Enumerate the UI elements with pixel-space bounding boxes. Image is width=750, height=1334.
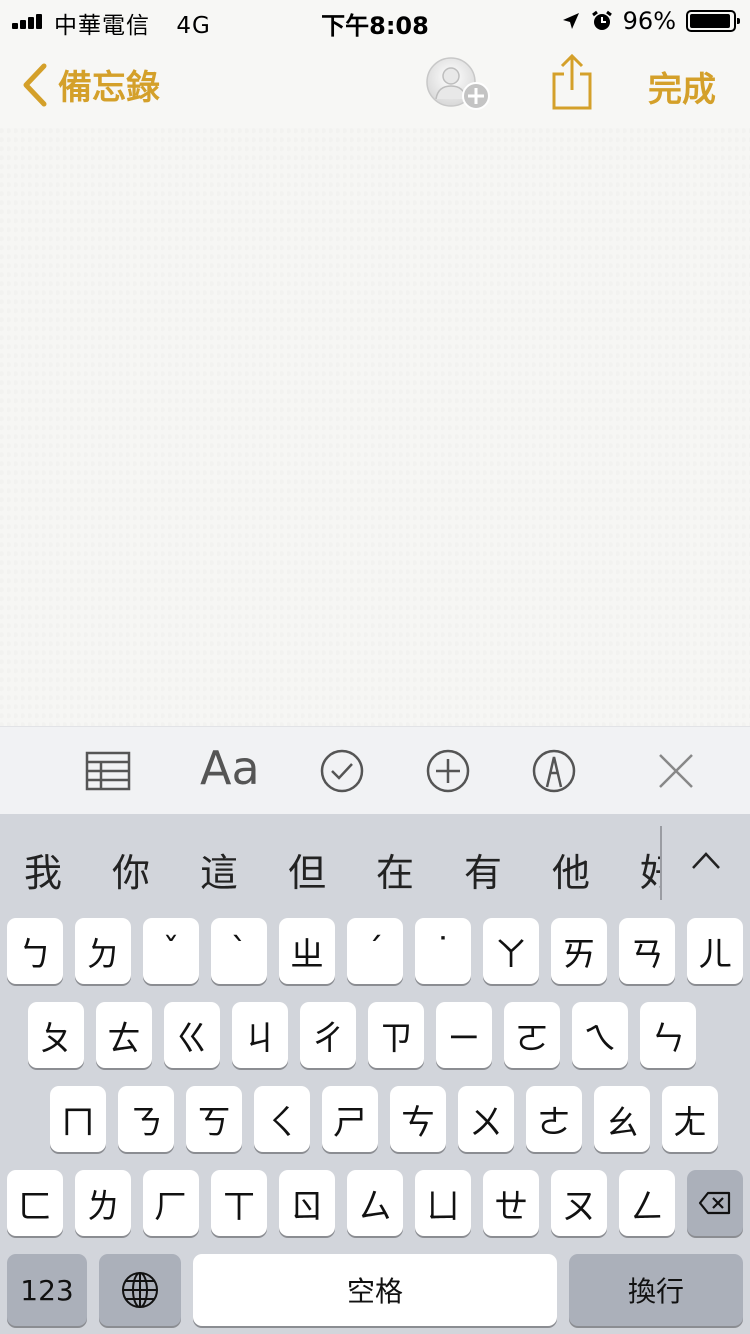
key-bopomofo[interactable]: ㄨ bbox=[458, 1086, 514, 1152]
key-bopomofo[interactable]: ㄉ bbox=[75, 918, 131, 984]
key-bopomofo[interactable]: ㄅ bbox=[7, 918, 63, 984]
add-icon[interactable] bbox=[424, 747, 472, 795]
candidate-item[interactable]: 有 bbox=[464, 842, 502, 897]
key-bopomofo[interactable]: ㄥ bbox=[619, 1170, 675, 1236]
key-tone[interactable]: ˊ bbox=[347, 918, 403, 984]
key-bopomofo[interactable]: ㄍ bbox=[164, 1002, 220, 1068]
key-bopomofo[interactable]: ㄖ bbox=[279, 1170, 335, 1236]
key-bopomofo[interactable]: ㄚ bbox=[483, 918, 539, 984]
candidate-bar: 我 你 這 但 在 有 他 好 bbox=[0, 814, 750, 914]
status-right: 96% bbox=[561, 6, 740, 36]
back-button[interactable]: 備忘錄 bbox=[22, 60, 160, 109]
key-bopomofo[interactable]: ㄧ bbox=[436, 1002, 492, 1068]
key-bopomofo[interactable]: ㄛ bbox=[504, 1002, 560, 1068]
nav-bar: 備忘錄 完成 bbox=[0, 40, 750, 128]
close-icon[interactable] bbox=[652, 747, 700, 795]
key-bopomofo[interactable]: ㄡ bbox=[551, 1170, 607, 1236]
key-bopomofo[interactable]: ㄑ bbox=[254, 1086, 310, 1152]
candidate-item[interactable]: 在 bbox=[376, 842, 414, 897]
key-bopomofo[interactable]: ㄣ bbox=[640, 1002, 696, 1068]
chevron-left-icon bbox=[23, 63, 47, 106]
key-tone[interactable]: ˋ bbox=[211, 918, 267, 984]
key-bopomofo[interactable]: ㄩ bbox=[415, 1170, 471, 1236]
status-bar: 中華電信 4G 下午8:08 96% bbox=[0, 0, 750, 40]
key-bopomofo[interactable]: ㄝ bbox=[483, 1170, 539, 1236]
candidate-separator bbox=[660, 826, 662, 900]
location-arrow-icon bbox=[562, 13, 579, 29]
battery-icon bbox=[686, 10, 740, 32]
alarm-icon bbox=[591, 10, 612, 30]
key-bopomofo[interactable]: ㄢ bbox=[619, 918, 675, 984]
note-body[interactable] bbox=[0, 128, 750, 726]
key-bopomofo[interactable]: ㄗ bbox=[368, 1002, 424, 1068]
key-bopomofo[interactable]: ㄇ bbox=[50, 1086, 106, 1152]
table-icon[interactable] bbox=[84, 747, 132, 795]
key-bopomofo[interactable]: ㄎ bbox=[186, 1086, 242, 1152]
add-person-icon[interactable] bbox=[424, 54, 494, 114]
key-bopomofo[interactable]: ㄜ bbox=[526, 1086, 582, 1152]
chevron-up-icon[interactable] bbox=[690, 848, 722, 872]
done-button[interactable]: 完成 bbox=[648, 62, 716, 111]
space-key[interactable]: 空格 bbox=[193, 1254, 557, 1326]
key-bopomofo[interactable]: ㄏ bbox=[143, 1170, 199, 1236]
key-tone[interactable]: ˙ bbox=[415, 918, 471, 984]
backspace-key[interactable] bbox=[687, 1170, 743, 1236]
key-bopomofo[interactable]: ㄊ bbox=[96, 1002, 152, 1068]
candidate-item[interactable]: 他 bbox=[552, 842, 590, 897]
key-bopomofo[interactable]: ㄠ bbox=[594, 1086, 650, 1152]
back-label: 備忘錄 bbox=[58, 68, 160, 108]
key-bopomofo[interactable]: ㄈ bbox=[7, 1170, 63, 1236]
return-key[interactable]: 換行 bbox=[569, 1254, 743, 1326]
globe-icon bbox=[122, 1272, 158, 1308]
key-bopomofo[interactable]: ㄟ bbox=[572, 1002, 628, 1068]
globe-key[interactable] bbox=[99, 1254, 181, 1326]
key-bopomofo[interactable]: ㄘ bbox=[390, 1086, 446, 1152]
key-bopomofo[interactable]: ㄌ bbox=[75, 1170, 131, 1236]
checklist-icon[interactable] bbox=[318, 747, 366, 795]
formatting-toolbar: Aa bbox=[0, 726, 750, 815]
format-text-button[interactable]: Aa bbox=[200, 741, 260, 795]
keyboard: 我 你 這 但 在 有 他 好 ㄅ ㄉ ˇ ˋ ㄓ ˊ ˙ ㄚ ㄞ ㄢ ㄦ ㄆ … bbox=[0, 814, 750, 1334]
candidate-item[interactable]: 這 bbox=[200, 842, 238, 897]
key-tone[interactable]: ˇ bbox=[143, 918, 199, 984]
candidate-item[interactable]: 你 bbox=[112, 842, 150, 897]
key-bopomofo[interactable]: ㄓ bbox=[279, 918, 335, 984]
key-bopomofo[interactable]: ㄆ bbox=[28, 1002, 84, 1068]
candidate-item[interactable]: 好 bbox=[640, 842, 660, 897]
key-bopomofo[interactable]: ㄕ bbox=[322, 1086, 378, 1152]
key-bopomofo[interactable]: ㄙ bbox=[347, 1170, 403, 1236]
key-bopomofo[interactable]: ㄋ bbox=[118, 1086, 174, 1152]
key-bopomofo[interactable]: ㄞ bbox=[551, 918, 607, 984]
candidate-item[interactable]: 我 bbox=[24, 842, 62, 897]
key-bopomofo[interactable]: ㄔ bbox=[300, 1002, 356, 1068]
key-bopomofo[interactable]: ㄤ bbox=[662, 1086, 718, 1152]
battery-percent: 96% bbox=[622, 7, 676, 35]
key-bopomofo[interactable]: ㄒ bbox=[211, 1170, 267, 1236]
key-bopomofo[interactable]: ㄐ bbox=[232, 1002, 288, 1068]
markup-icon[interactable] bbox=[530, 747, 578, 795]
numbers-key[interactable]: 123 bbox=[7, 1254, 87, 1326]
backspace-icon bbox=[698, 1191, 731, 1215]
key-bopomofo[interactable]: ㄦ bbox=[687, 918, 743, 984]
candidate-item[interactable]: 但 bbox=[288, 842, 326, 897]
share-icon[interactable] bbox=[548, 52, 596, 112]
